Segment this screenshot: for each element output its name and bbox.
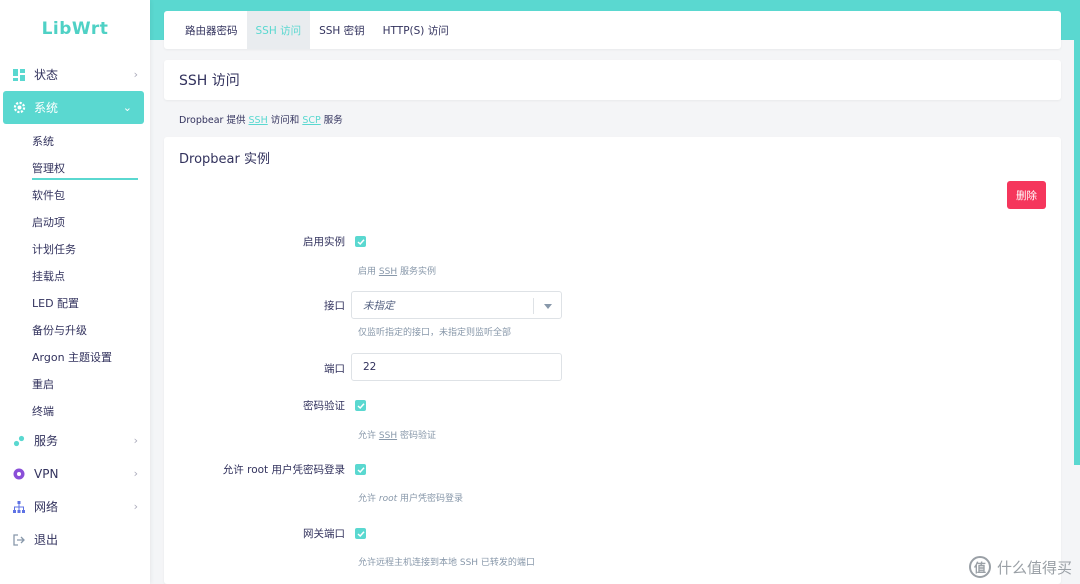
interface-select[interactable]: 未指定 — [351, 291, 562, 319]
help-text: 允许 — [358, 494, 377, 504]
desc-text: 访问和 — [270, 115, 300, 126]
scp-link[interactable]: SCP — [302, 115, 320, 126]
desc-text: Dropbear 提供 — [179, 115, 246, 126]
network-icon — [12, 500, 26, 514]
help-text: 用户凭密码登录 — [400, 494, 464, 504]
section-title: Dropbear 实例 — [179, 152, 270, 167]
submenu-admin[interactable]: 管理权 — [0, 154, 150, 181]
help-text: SSH — [378, 431, 398, 441]
interface-select-value: 未指定 — [363, 299, 395, 312]
submenu-startup[interactable]: 启动项 — [0, 208, 150, 235]
help-text: SSH — [378, 267, 398, 277]
sidebar-item-system[interactable]: 系统 ⌄ — [3, 91, 144, 124]
page-title: SSH 访问 — [164, 60, 1061, 100]
dashboard-icon — [12, 68, 26, 82]
help-text: 服务实例 — [399, 267, 436, 277]
submenu-terminal[interactable]: 终端 — [0, 397, 150, 424]
submenu-packages[interactable]: 软件包 — [0, 181, 150, 208]
help-text: 密码验证 — [399, 431, 436, 441]
chevron-right-icon: › — [133, 467, 138, 480]
port-label: 端口 — [324, 363, 345, 375]
gateway-ports-checkbox[interactable] — [355, 528, 366, 539]
watermark-logo-icon: 值 — [968, 556, 991, 578]
help-text: root — [378, 494, 398, 504]
tab-bar: 路由器密码 SSH 访问 SSH 密钥 HTTP(S) 访问 — [164, 11, 1061, 49]
gear-icon — [12, 101, 26, 115]
enable-instance-checkbox[interactable] — [355, 236, 366, 247]
caret-down-icon — [533, 298, 561, 314]
vpn-icon — [12, 467, 26, 481]
desc-text: 服务 — [323, 115, 343, 126]
watermark-text: 什么值得买 — [996, 558, 1072, 577]
chevron-down-icon: ⌄ — [122, 101, 132, 114]
sidebar-item-label: VPN — [34, 466, 59, 481]
sidebar-item-label: 状态 — [34, 68, 59, 82]
root-login-help: 允许 root 用户凭密码登录 — [358, 491, 463, 504]
sidebar-item-status[interactable]: 状态 › — [0, 58, 150, 91]
tab-router-password[interactable]: 路由器密码 — [176, 11, 247, 49]
chevron-right-icon: › — [133, 68, 138, 81]
right-accent-strip — [1074, 40, 1080, 465]
password-auth-label: 密码验证 — [303, 400, 345, 412]
enable-instance-label: 启用实例 — [303, 236, 345, 248]
logout-icon — [12, 533, 26, 547]
submenu-crontab[interactable]: 计划任务 — [0, 235, 150, 262]
gateway-ports-label: 网关端口 — [303, 528, 345, 540]
ssh-link[interactable]: SSH — [249, 115, 268, 126]
check-icon — [356, 402, 365, 409]
submenu-argon[interactable]: Argon 主题设置 — [0, 343, 150, 370]
help-text: 启用 — [358, 267, 377, 277]
port-input[interactable]: 22 — [351, 353, 562, 381]
submenu-mounts[interactable]: 挂载点 — [0, 262, 150, 289]
enable-instance-help: 启用 SSH 服务实例 — [358, 264, 436, 277]
tab-ssh-keys[interactable]: SSH 密钥 — [310, 11, 374, 49]
submenu-reboot[interactable]: 重启 — [0, 370, 150, 397]
root-login-checkbox[interactable] — [355, 464, 366, 475]
check-icon — [356, 466, 365, 473]
dropbear-instance-section: Dropbear 实例 删除 启用实例 启用 SSH 服务实例 接口 未指定 仅… — [164, 137, 1061, 584]
check-icon — [356, 530, 365, 537]
services-icon — [12, 434, 26, 448]
check-icon — [356, 238, 365, 245]
watermark: 值 什么值得买 — [968, 556, 1072, 578]
sidebar-item-network[interactable]: 网络 › — [0, 490, 150, 523]
page-description: Dropbear 提供 SSH 访问和 SCP 服务 — [179, 112, 343, 126]
help-text: 允许 — [358, 431, 377, 441]
chevron-right-icon: › — [133, 434, 138, 447]
submenu-backup[interactable]: 备份与升级 — [0, 316, 150, 343]
sidebar-item-label: 网络 — [34, 500, 59, 514]
sidebar-item-label: 退出 — [34, 533, 59, 547]
sidebar-item-label: 系统 — [34, 101, 59, 115]
delete-button[interactable]: 删除 — [1007, 181, 1046, 209]
tab-ssh-access[interactable]: SSH 访问 — [246, 11, 311, 49]
submenu-led[interactable]: LED 配置 — [0, 289, 150, 316]
password-auth-checkbox[interactable] — [355, 400, 366, 411]
password-auth-help: 允许 SSH 密码验证 — [358, 428, 436, 441]
sidebar: LibWrt 状态 › 系统 ⌄ 系统 管理权 软件包 启动项 计划任务 挂载点… — [0, 0, 150, 584]
port-input-value: 22 — [363, 361, 377, 373]
sidebar-item-logout[interactable]: 退出 — [0, 523, 150, 556]
sidebar-item-label: 服务 — [34, 434, 59, 448]
gateway-ports-help: 允许远程主机连接到本地 SSH 已转发的端口 — [358, 558, 535, 568]
sidebar-item-vpn[interactable]: VPN › — [0, 457, 150, 490]
system-submenu: 系统 管理权 软件包 启动项 计划任务 挂载点 LED 配置 备份与升级 Arg… — [0, 124, 150, 424]
sidebar-item-services[interactable]: 服务 › — [0, 424, 150, 457]
interface-help: 仅监听指定的接口，未指定则监听全部 — [358, 328, 512, 338]
interface-label: 接口 — [324, 300, 345, 312]
submenu-system[interactable]: 系统 — [0, 127, 150, 154]
logo: LibWrt — [41, 19, 109, 39]
chevron-right-icon: › — [133, 500, 138, 513]
root-login-label: 允许 root 用户凭密码登录 — [222, 464, 345, 476]
tab-https-access[interactable]: HTTP(S) 访问 — [374, 11, 458, 49]
